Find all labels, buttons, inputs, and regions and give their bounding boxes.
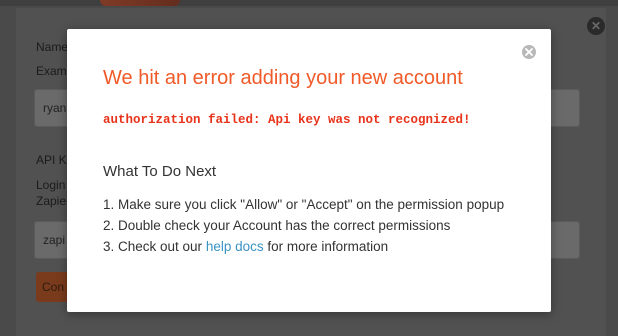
error-message: authorization failed: Api key was not re… — [103, 113, 471, 127]
background-logo-fragment — [100, 0, 180, 6]
help-docs-link[interactable]: help docs — [206, 239, 264, 254]
steps-list: 1. Make sure you click "Allow" or "Accep… — [103, 194, 504, 257]
name-input-value: ryan — [43, 101, 67, 115]
step-3-prefix: 3. Check out our — [103, 239, 206, 254]
close-x-glyph — [525, 48, 533, 56]
error-modal: We hit an error adding your new account … — [67, 29, 551, 312]
background-close-icon[interactable]: ✕ — [587, 17, 605, 35]
what-to-do-next-heading: What To Do Next — [103, 163, 217, 180]
background-top-bar — [0, 0, 618, 6]
api-key-input-value: zapi — [43, 233, 66, 247]
name-label: Name — [36, 40, 69, 54]
name-hint: Exam — [36, 64, 67, 78]
api-key-hint-line-1: Login — [36, 178, 66, 192]
step-item-3: 3. Check out our help docs for more info… — [103, 236, 504, 257]
close-circle-icon[interactable] — [522, 45, 536, 59]
modal-title: We hit an error adding your new account — [103, 67, 463, 89]
api-key-hint-line-2: Zapier — [36, 194, 71, 208]
step-item-1: 1. Make sure you click "Allow" or "Accep… — [103, 197, 505, 212]
step-item-2: 2. Double check your Account has the cor… — [103, 218, 451, 233]
step-3-suffix: for more information — [263, 239, 389, 254]
